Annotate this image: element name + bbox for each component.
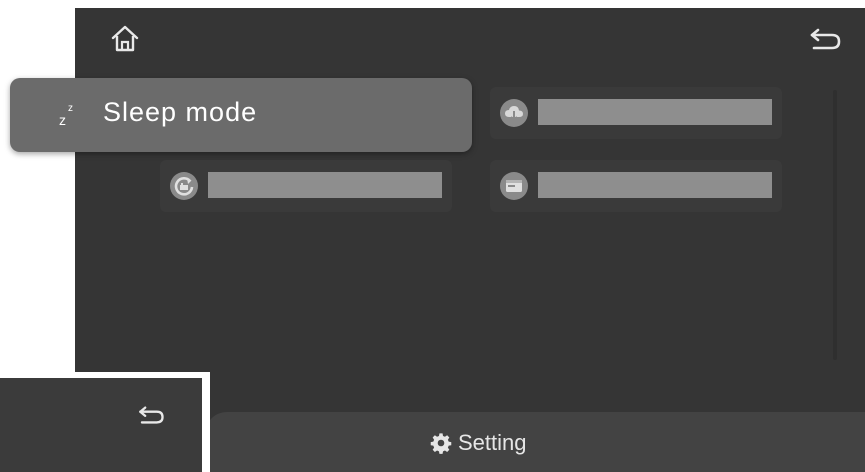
svg-text:z: z — [59, 112, 66, 128]
menu-tile-label-redacted — [538, 172, 772, 198]
menu-tile-cloud-update[interactable] — [490, 87, 782, 139]
back-icon[interactable] — [137, 404, 165, 426]
cloud-download-icon — [500, 99, 528, 127]
refresh-factory-icon — [170, 172, 198, 200]
bottom-bar — [205, 412, 865, 472]
menu-tile-label-redacted — [208, 172, 442, 198]
footer-setting: Setting — [430, 430, 527, 456]
display-window-icon — [500, 172, 528, 200]
sleep-mode-label: Sleep mode — [103, 97, 258, 127]
back-icon[interactable] — [808, 26, 842, 52]
moon-sleep-icon: z z — [42, 99, 73, 131]
svg-text:z: z — [68, 103, 73, 114]
sleep-mode-item[interactable]: z z Sleep mode — [10, 78, 472, 152]
home-icon[interactable] — [110, 24, 140, 54]
menu-tile-display[interactable] — [490, 160, 782, 212]
inset-screen — [0, 378, 202, 472]
gear-icon — [430, 433, 452, 454]
menu-tile-factory-reset[interactable] — [160, 160, 452, 212]
footer-title: Setting — [458, 430, 527, 455]
menu-tile-label-redacted — [538, 99, 772, 125]
scrollbar[interactable] — [833, 90, 837, 360]
